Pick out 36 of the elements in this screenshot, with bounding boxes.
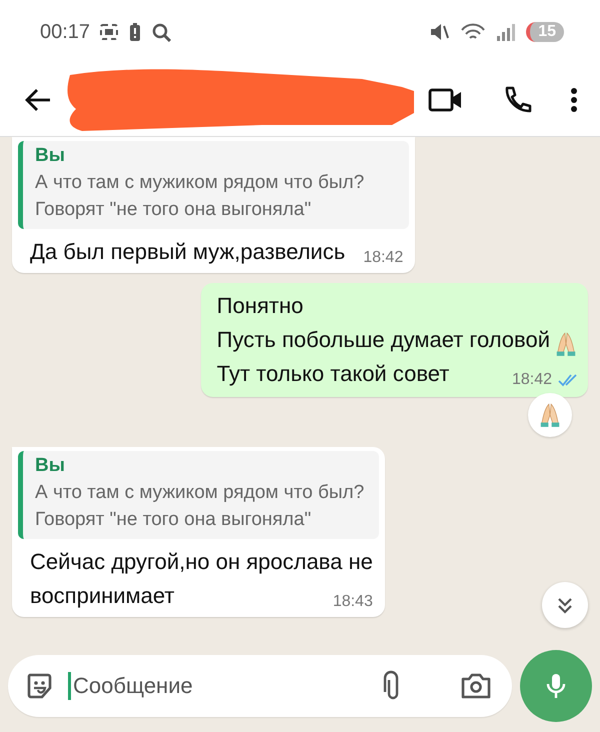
message-bubble[interactable]: Вы А что там с мужиком рядом что был? Говорят "не того она выгоняла" Да был первый муж,развелись 18:42 — [12, 137, 416, 273]
scroll-down-button[interactable] — [542, 582, 588, 628]
message-bubble[interactable]: Понятно Пусть побольше думает головой Тут только такой совет 18:42 — [200, 283, 588, 397]
mute-icon — [430, 22, 450, 42]
message-text: воспринимает — [30, 582, 174, 610]
message-text: Понятно — [216, 292, 304, 320]
message-time: 18:42 — [363, 249, 404, 267]
message-text: Да был первый муж,развелись — [30, 238, 346, 266]
sticker-icon[interactable] — [26, 672, 54, 700]
quote-text: А что там с мужиком рядом что был? — [35, 171, 366, 195]
microphone-icon — [545, 673, 567, 699]
signal-icon — [496, 22, 516, 42]
notification-count: 15 — [526, 22, 564, 42]
search-icon — [152, 22, 172, 42]
quoted-reply[interactable]: Вы А что там с мужиком рядом что был? Говорят "не того она выгоняла" — [18, 451, 379, 539]
message-field[interactable]: Сообщение — [8, 655, 512, 717]
clock-time: 00:17 — [40, 20, 90, 44]
quote-text: А что там с мужиком рядом что был? — [35, 481, 366, 505]
message-text: Тут только такой совет — [216, 360, 450, 388]
message-bubble[interactable]: Вы А что там с мужиком рядом что был? Говорят "не того она выгоняла" Сейчас другой,но он ярослава не воспринимает 18:43 — [12, 447, 385, 617]
quote-author: Вы — [35, 454, 66, 478]
quote-author: Вы — [35, 144, 66, 168]
message-text: Пусть побольше думает головой — [216, 326, 550, 354]
screenshot-icon — [100, 24, 118, 40]
message-time: 18:43 — [332, 593, 373, 611]
quoted-reply[interactable]: Вы А что там с мужиком рядом что был? Говорят "не того она выгоняла" — [18, 141, 410, 229]
message-time: 18:42 — [512, 371, 552, 389]
quote-text: Говорят "не того она выгоняла" — [35, 198, 312, 222]
quote-text: Говорят "не того она выгоняла" — [35, 508, 312, 532]
phone-call-icon[interactable] — [502, 85, 533, 115]
battery-alert-icon — [128, 23, 142, 41]
menu-icon[interactable] — [570, 87, 578, 113]
double-chevron-down-icon — [557, 596, 573, 614]
video-call-icon[interactable] — [428, 87, 462, 113]
message-text: Сейчас другой,но он ярослава не — [30, 548, 373, 576]
camera-icon[interactable] — [460, 671, 492, 701]
